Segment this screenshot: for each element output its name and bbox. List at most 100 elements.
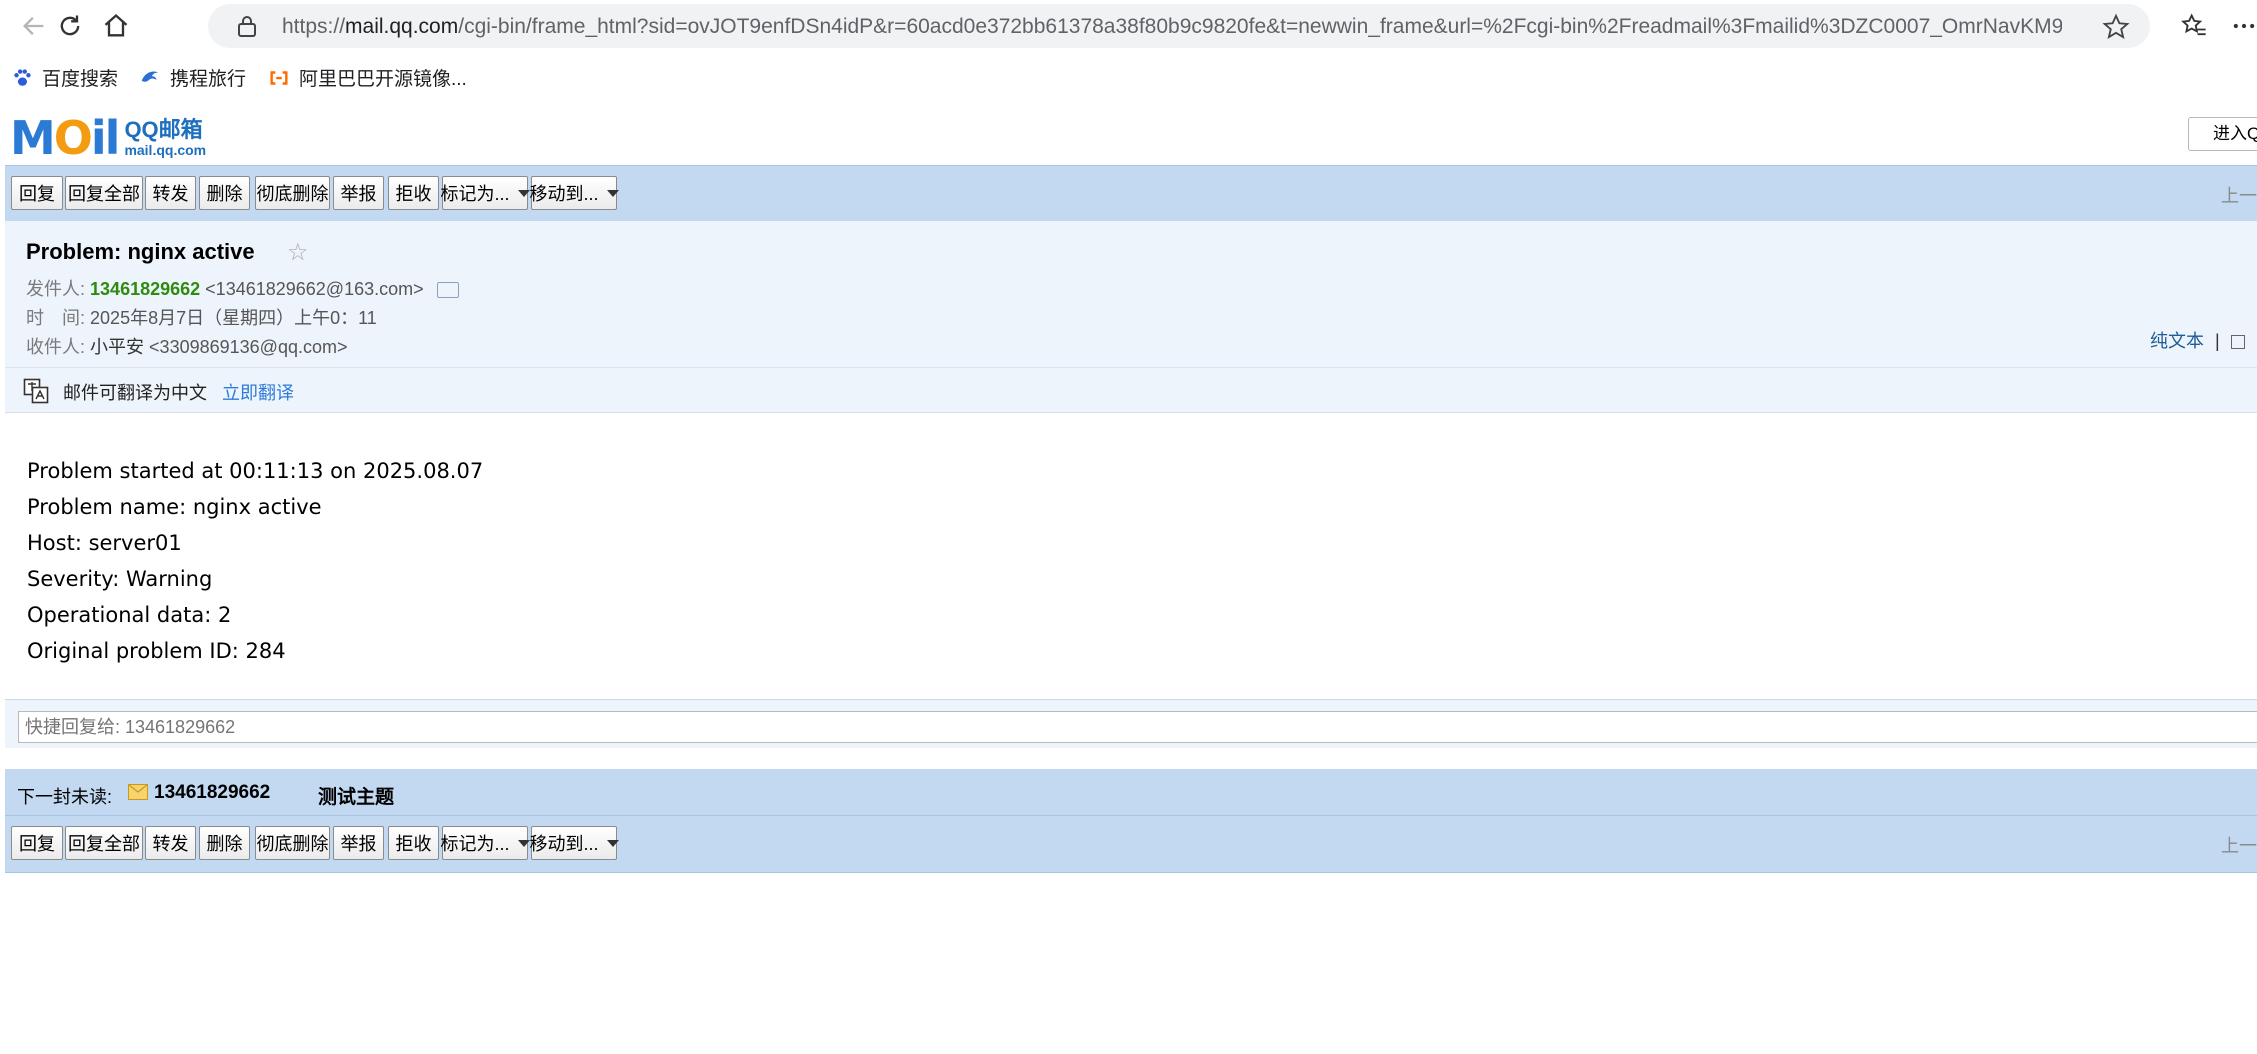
more-menu-button[interactable] [2226,8,2257,44]
reply-all-button[interactable]: 回复全部 [65,826,143,860]
translate-icon [23,378,49,404]
dolphin-icon [138,66,162,90]
mail-header: Problem: nginx active ☆ 发件人: 13461829662… [5,221,2257,367]
delete-permanently-button[interactable]: 彻底删除 [255,826,330,860]
enter-qq-button[interactable]: 进入Q [2188,117,2257,151]
move-to-label: 移动到... [529,834,599,854]
to-label: 收件人: [26,337,86,357]
recipient-row: 收件人: 小平安 <3309869136@qq.com> [26,333,347,359]
recipient-address: <3309869136@qq.com> [149,337,348,357]
envelope-icon [128,784,148,800]
reply-button[interactable]: 回复 [11,176,63,210]
bookmark-label: 阿里巴巴开源镜像... [299,69,467,90]
report-button[interactable]: 举报 [333,176,384,210]
sender-name[interactable]: 13461829662 [90,279,200,299]
quick-reply-bar [5,699,2257,748]
from-label: 发件人: [26,279,86,299]
next-unread-bar: 下一封未读: 13461829662 测试主题 [5,769,2257,816]
body-line: Problem started at 00:11:13 on 2025.08.0… [27,459,484,483]
reject-button[interactable]: 拒收 [388,826,439,860]
delete-button[interactable]: 删除 [199,176,250,210]
logo-cn-text: QQ邮箱 [124,117,203,142]
star-icon[interactable]: ☆ [287,241,309,265]
logo-side: QQ邮箱 mail.qq.com [124,117,207,158]
caret-down-icon [517,189,530,197]
more-dots-icon [2233,23,2255,29]
time-value: 2025年8月7日（星期四）上午0：11 [90,308,377,328]
reload-button[interactable] [50,8,90,44]
mail-page: MOil QQ邮箱 mail.qq.com 进入Q 回复 回复全部 转发 删除 … [0,105,2257,1054]
next-unread-subject[interactable]: 测试主题 [318,782,394,809]
aliyun-icon [267,66,291,90]
window-icon[interactable] [2230,335,2245,350]
bookmarks-bar: 百度搜索 携程旅行 阿里巴巴开源镜像... [0,58,2257,96]
move-to-label: 移动到... [529,184,599,204]
body-line: Host: server01 [27,531,182,555]
plain-text-link[interactable]: 纯文本 [2150,331,2204,351]
contact-card-icon[interactable] [436,282,459,299]
reload-icon [60,15,80,36]
back-button[interactable] [14,8,54,44]
delete-button[interactable]: 删除 [199,826,250,860]
mail-toolbar-bottom: 回复 回复全部 转发 删除 彻底删除 举报 拒收 标记为... 移动到... 上… [5,815,2257,873]
delete-permanently-button[interactable]: 彻底删除 [255,176,330,210]
arrow-left-icon [23,17,44,35]
favorites-button[interactable] [2176,8,2212,44]
body-line: Severity: Warning [27,567,213,591]
body-line: Original problem ID: 284 [27,639,286,663]
caret-down-icon [517,839,530,847]
home-icon [104,13,128,37]
favorites-list-icon [2181,13,2206,36]
bookmark-baidu[interactable]: 百度搜索 [10,64,118,91]
plain-text-area: 纯文本 | [2150,327,2245,353]
logo-word: MOil [10,111,120,165]
body-line: Operational data: 2 [27,603,232,627]
sender-address: <13461829662@163.com> [205,279,424,299]
time-label: 时 间: [26,308,86,328]
browser-chrome: https://mail.qq.com/cgi-bin/frame_html?s… [0,0,2257,108]
prev-mail-link[interactable]: 上一封 [2221,832,2257,858]
caret-down-icon [606,189,619,197]
mark-as-dropdown[interactable]: 标记为... [440,826,530,860]
forward-button[interactable]: 转发 [145,176,196,210]
mail-subject: Problem: nginx active [26,239,255,264]
mail-toolbar-top: 回复 回复全部 转发 删除 彻底删除 举报 拒收 标记为... 移动到... 上… [5,165,2257,223]
url-host: mail.qq.com [345,15,459,38]
qqmail-logo[interactable]: MOil QQ邮箱 mail.qq.com [10,111,207,165]
reply-button[interactable]: 回复 [11,826,63,860]
url-path: /cgi-bin/frame_html?sid=ovJOT9enfDSn4idP… [458,15,2062,38]
caret-down-icon [606,839,619,847]
quick-reply-input[interactable] [18,711,2257,743]
next-unread-label: 下一封未读: [17,787,113,807]
url-prefix: https:// [282,15,346,38]
lock-icon [238,16,256,37]
bookmark-ctrip[interactable]: 携程旅行 [138,64,246,91]
url-text[interactable]: https://mail.qq.com/cgi-bin/frame_html?s… [282,15,2062,39]
logo-domain-text: mail.qq.com [124,142,207,158]
mark-as-dropdown[interactable]: 标记为... [440,176,530,210]
mark-as-label: 标记为... [440,834,510,854]
move-to-dropdown[interactable]: 移动到... [529,176,619,210]
recipient-name[interactable]: 小平安 [90,337,144,357]
forward-button[interactable]: 转发 [145,826,196,860]
favorite-star-icon[interactable] [2102,13,2130,41]
home-button[interactable] [96,8,136,44]
time-row: 时 间: 2025年8月7日（星期四）上午0：11 [26,304,377,330]
report-button[interactable]: 举报 [333,826,384,860]
prev-mail-link[interactable]: 上一封 [2221,182,2257,208]
separator: | [2215,331,2220,351]
reject-button[interactable]: 拒收 [388,176,439,210]
translate-hint: 邮件可翻译为中文 [63,383,207,403]
mail-body: Problem started at 00:11:13 on 2025.08.0… [27,453,483,669]
mark-as-label: 标记为... [440,184,510,204]
body-line: Problem name: nginx active [27,495,322,519]
bookmark-aliyun[interactable]: 阿里巴巴开源镜像... [267,64,467,91]
translate-bar: 邮件可翻译为中文 立即翻译 [5,367,2257,413]
reply-all-button[interactable]: 回复全部 [65,176,143,210]
address-bar[interactable]: https://mail.qq.com/cgi-bin/frame_html?s… [208,4,2150,48]
sender-row: 发件人: 13461829662 <13461829662@163.com> [26,275,459,301]
move-to-dropdown[interactable]: 移动到... [529,826,619,860]
bookmark-label: 百度搜索 [42,69,119,90]
translate-now-link[interactable]: 立即翻译 [222,379,294,405]
next-unread-sender[interactable]: 13461829662 [154,782,270,804]
